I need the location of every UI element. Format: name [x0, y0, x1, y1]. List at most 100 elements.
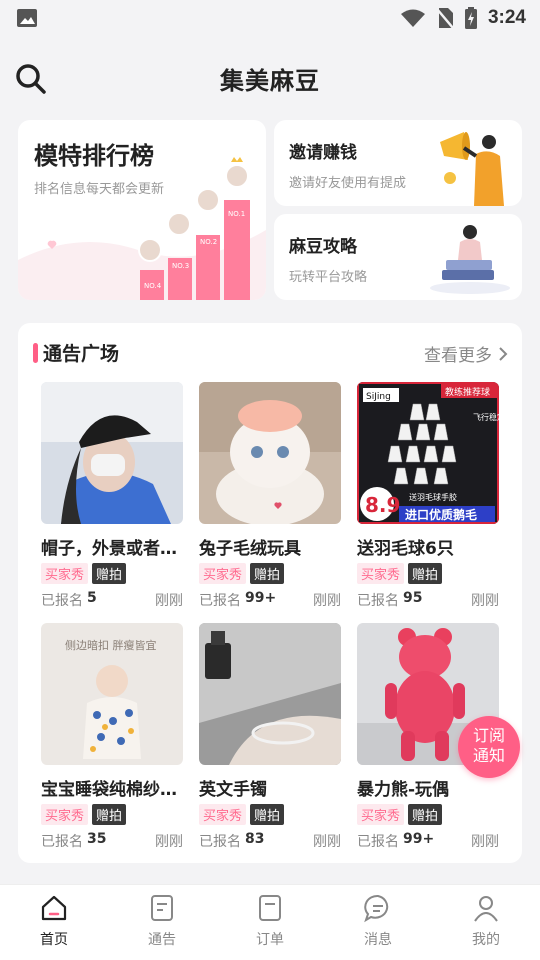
message-icon — [364, 894, 389, 923]
guide-title: 麻豆攻略 — [289, 237, 357, 257]
search-icon[interactable] — [14, 62, 48, 96]
signup-count: 5 — [87, 590, 97, 606]
buyer-show-tag: 买家秀 — [41, 804, 89, 825]
subscribe-line2: 通知 — [472, 746, 505, 765]
post-time: 刚刚 — [313, 834, 341, 850]
product-image-bunny — [199, 382, 341, 524]
model-guide-card[interactable]: 麻豆攻略 玩转平台攻略 — [274, 214, 522, 300]
gift-shoot-tag: 赠拍 — [92, 563, 127, 584]
tab-label: 消息 — [364, 932, 392, 948]
product-image-bracelet — [199, 623, 341, 765]
bottom-tab-bar: 首页 通告 订单 消息 我的 — [0, 884, 540, 960]
model-ranking-card[interactable]: NO.4 NO.3 NO.2 NO.1 模特排行榜 排名信息每天都会更新 — [18, 120, 266, 300]
tab-profile[interactable]: 我的 — [432, 885, 540, 960]
announcement-title: 兔子毛绒玩具 — [199, 539, 301, 559]
tab-home[interactable]: 首页 — [0, 885, 108, 960]
banner-top-text: 送羽毛球手胶 — [409, 492, 457, 502]
app-header: 集美麻豆 — [0, 50, 540, 106]
wifi-icon — [400, 9, 425, 27]
announcement-title: 宝宝睡袋纯棉纱… — [41, 780, 177, 800]
subscribe-notification-button[interactable]: 订阅 通知 — [458, 716, 520, 778]
no-sim-icon — [436, 8, 454, 29]
status-time: 3:24 — [487, 7, 526, 28]
buyer-show-tag: 买家秀 — [199, 563, 247, 584]
order-icon — [259, 895, 281, 921]
signup-label: 已报名 — [199, 593, 241, 609]
product-image-sleeping-bag: 侧边暗扣 胖瘦皆宜 — [41, 623, 183, 765]
post-time: 刚刚 — [155, 593, 183, 609]
status-bar: 3:24 — [0, 0, 540, 36]
announcement-card[interactable]: 帽子，外景或者… 买家秀 赠拍 已报名 5 刚刚 — [41, 382, 183, 623]
ranking-subtitle: 排名信息每天都会更新 — [34, 182, 165, 197]
invite-subtitle: 邀请好友使用有提成 — [289, 176, 407, 191]
signup-count: 99+ — [245, 590, 277, 606]
rank-label-3: NO.3 — [172, 262, 189, 270]
signup-label: 已报名 — [357, 593, 399, 609]
signup-label: 已报名 — [199, 834, 241, 850]
tab-label: 订单 — [256, 932, 284, 948]
announcement-card[interactable]: 英文手镯 买家秀 赠拍 已报名 83 刚刚 — [199, 623, 341, 863]
megaphone-illustration — [440, 132, 504, 206]
gift-shoot-tag: 赠拍 — [92, 804, 127, 825]
tab-label: 通告 — [148, 932, 176, 948]
caption-text: 侧边暗扣 胖瘦皆宜 — [65, 638, 157, 652]
gift-shoot-tag: 赠拍 — [250, 563, 285, 584]
section-accent-bar — [33, 343, 38, 363]
battery-charging-icon — [464, 7, 477, 29]
guide-subtitle: 玩转平台攻略 — [289, 270, 368, 285]
app-title: 集美麻豆 — [220, 66, 320, 95]
notice-icon — [151, 895, 173, 921]
rank-label-4: NO.4 — [144, 282, 162, 290]
invite-title: 邀请赚钱 — [289, 143, 357, 163]
announcement-title: 暴力熊-玩偶 — [357, 780, 450, 800]
signup-label: 已报名 — [357, 834, 399, 850]
announcement-plaza: 通告广场 查看更多 帽子，外景或者… 买家秀 赠拍 已报名 5 刚刚 兔子毛绒玩… — [18, 323, 522, 863]
side-text: 飞行稳定 — [473, 412, 499, 422]
ranking-title: 模特排行榜 — [34, 142, 154, 170]
view-more-label: 查看更多 — [424, 346, 492, 366]
announcement-grid: 帽子，外景或者… 买家秀 赠拍 已报名 5 刚刚 兔子毛绒玩具 买家秀 赠拍 已… — [41, 382, 499, 863]
post-time: 刚刚 — [155, 834, 183, 850]
reading-illustration — [430, 225, 510, 294]
announcement-title: 送羽毛球6只 — [357, 539, 454, 559]
badge-text: 教练推荐球 — [445, 386, 490, 398]
plaza-title: 通告广场 — [43, 343, 120, 365]
buyer-show-tag: 买家秀 — [357, 804, 405, 825]
tab-messages[interactable]: 消息 — [324, 885, 432, 960]
product-image-shuttlecock: SiJing 教练推荐球 飞行稳定 8.9 送羽毛球手胶 进口优质鹅毛 — [357, 382, 499, 524]
tab-orders[interactable]: 订单 — [216, 885, 324, 960]
signup-count: 99+ — [403, 831, 435, 847]
tab-label: 首页 — [40, 932, 68, 948]
image-notification-icon — [17, 9, 37, 27]
buyer-show-tag: 买家秀 — [199, 804, 247, 825]
post-time: 刚刚 — [313, 593, 341, 609]
signup-count: 35 — [87, 831, 107, 847]
post-time: 刚刚 — [471, 593, 499, 609]
announcement-title: 英文手镯 — [199, 780, 267, 800]
profile-icon — [474, 896, 498, 922]
tab-notice[interactable]: 通告 — [108, 885, 216, 960]
signup-count: 95 — [403, 590, 423, 606]
announcement-card[interactable]: 兔子毛绒玩具 买家秀 赠拍 已报名 99+ 刚刚 — [199, 382, 341, 623]
subscribe-line1: 订阅 — [472, 726, 505, 745]
signup-label: 已报名 — [41, 834, 83, 850]
gift-shoot-tag: 赠拍 — [408, 804, 443, 825]
signup-label: 已报名 — [41, 593, 83, 609]
brand-text: SiJing — [366, 392, 391, 402]
announcement-card[interactable]: SiJing 教练推荐球 飞行稳定 8.9 送羽毛球手胶 进口优质鹅毛 — [357, 382, 499, 623]
view-more-link[interactable]: 查看更多 — [424, 341, 508, 366]
home-icon — [41, 895, 67, 921]
product-image-cap — [41, 382, 183, 524]
plaza-header: 通告广场 查看更多 — [18, 323, 522, 379]
buyer-show-tag: 买家秀 — [357, 563, 405, 584]
chevron-right-icon — [499, 346, 508, 361]
banner-text: 进口优质鹅毛 — [405, 507, 477, 522]
price-text: 8.9 — [365, 493, 400, 517]
rank-label-2: NO.2 — [200, 238, 217, 246]
gift-shoot-tag: 赠拍 — [408, 563, 443, 584]
signup-count: 83 — [245, 831, 265, 847]
invite-earn-card[interactable]: 邀请赚钱 邀请好友使用有提成 — [274, 120, 522, 206]
announcement-card[interactable]: 侧边暗扣 胖瘦皆宜 宝宝睡袋纯棉纱… 买家秀 赠拍 已报名 35 刚刚 — [41, 623, 183, 863]
buyer-show-tag: 买家秀 — [41, 563, 89, 584]
gift-shoot-tag: 赠拍 — [250, 804, 285, 825]
